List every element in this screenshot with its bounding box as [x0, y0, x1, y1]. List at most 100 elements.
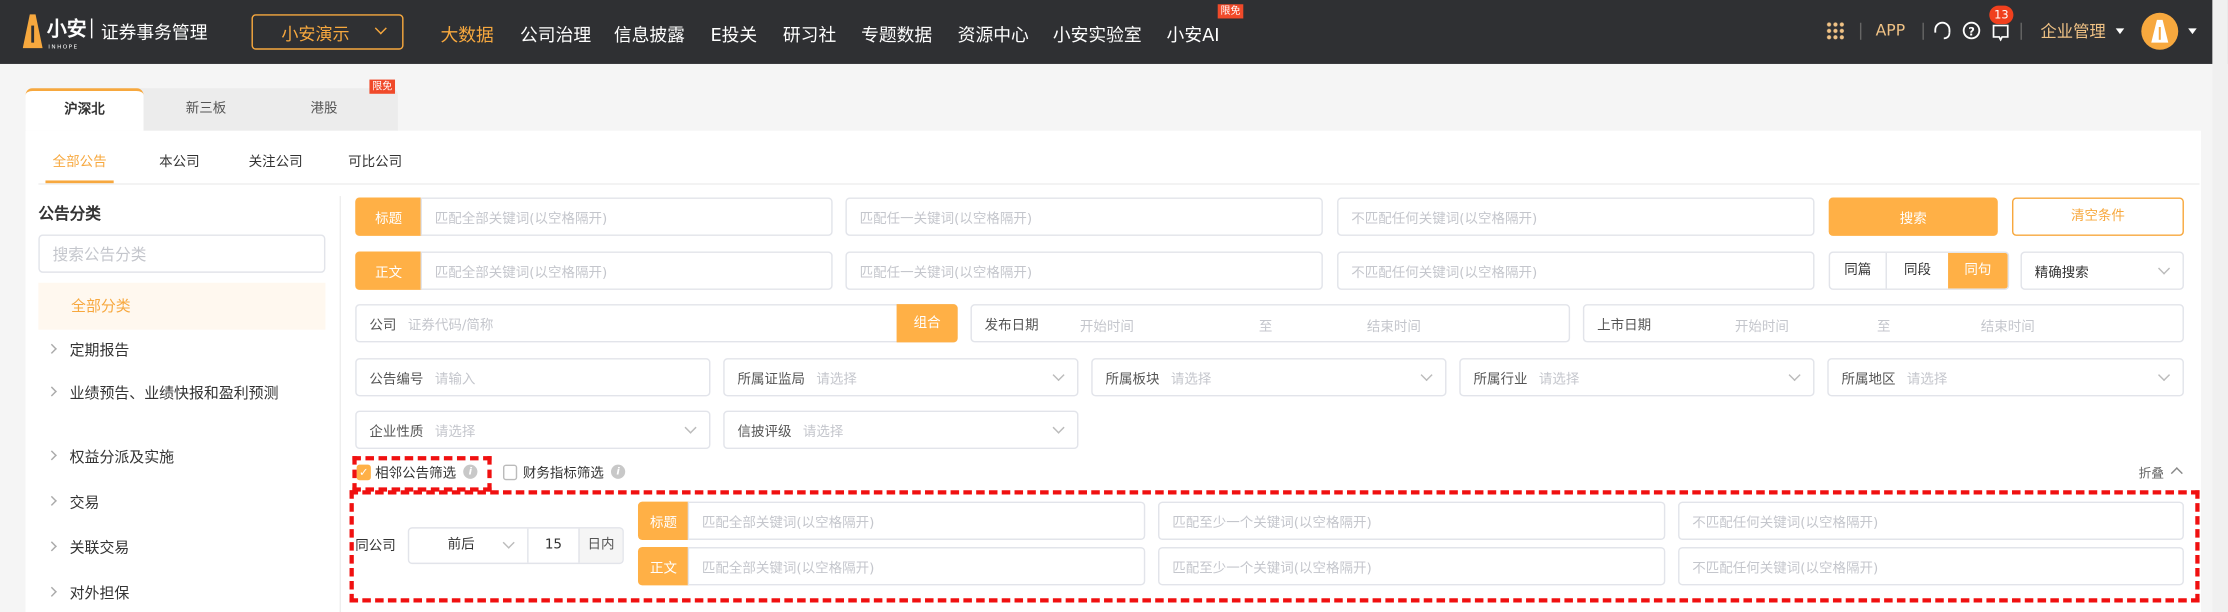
adjacent-body-atleast-input[interactable]: 匹配至少一个关键词(以空格隔开): [1158, 547, 1666, 586]
days-unit: 日内: [578, 528, 623, 563]
apps-grid-icon[interactable]: [1825, 21, 1845, 40]
subtab-all[interactable]: 全部公告: [53, 151, 107, 171]
nav-item-lab[interactable]: 小安实验室: [1053, 20, 1142, 47]
enterprise-type-select[interactable]: 企业性质 请选择: [355, 410, 711, 450]
nav-item-resources[interactable]: 资源中心: [958, 20, 1029, 47]
adjacent-title-all-input[interactable]: 匹配全部关键词(以空格隔开): [687, 501, 1146, 540]
title-label-button[interactable]: 标题: [355, 197, 423, 236]
scope-same-para[interactable]: 同段: [1887, 253, 1948, 289]
adjacent-body-all-input[interactable]: 匹配全部关键词(以空格隔开): [687, 547, 1146, 586]
sidebar-item-forecast[interactable]: 业绩预告、业绩快报和盈利预测: [70, 382, 312, 406]
nav-item-academy[interactable]: 研习社: [783, 20, 836, 47]
label: 搜索: [1899, 211, 1927, 227]
placeholder: 不匹配任何关键词(以空格隔开): [1351, 211, 1538, 227]
placeholder: 请选择: [434, 424, 476, 440]
sidebar-item-guarantee[interactable]: 对外担保: [70, 583, 130, 604]
end-date[interactable]: 结束时间: [1981, 315, 2035, 336]
logo-sub: INHOPE: [48, 42, 79, 50]
listing-date-range[interactable]: 上市日期 开始时间 至 结束时间: [1582, 304, 2184, 343]
sidebar-item-related[interactable]: 关联交易: [70, 537, 130, 558]
subtab-own[interactable]: 本公司: [159, 151, 200, 171]
search-button[interactable]: 搜索: [1828, 197, 1998, 236]
tab-label: 沪深北: [64, 102, 105, 118]
label: 公司: [369, 317, 397, 334]
logo[interactable]: 小安 INHOPE 证券事务管理: [22, 11, 222, 54]
sidebar-item-dividend[interactable]: 权益分派及实施: [70, 446, 174, 467]
search-mode-select[interactable]: 精确搜索: [2020, 251, 2184, 290]
start-date[interactable]: 开始时间: [1080, 315, 1134, 336]
adjacent-title-atleast-input[interactable]: 匹配至少一个关键词(以空格隔开): [1158, 501, 1666, 540]
title-none-input[interactable]: 不匹配任何关键词(以空格隔开): [1337, 197, 1815, 236]
label: 所属行业: [1473, 371, 1528, 388]
headset-icon[interactable]: [1934, 21, 1951, 40]
chevron-down-icon: [374, 22, 387, 35]
announcement-number-input[interactable]: 公告编号 请输入: [355, 358, 711, 397]
end-date[interactable]: 结束时间: [1367, 315, 1421, 336]
adjacent-body-label[interactable]: 正文: [637, 547, 690, 586]
app-link[interactable]: APP: [1876, 21, 1906, 39]
nav-item-disclosure[interactable]: 信息披露: [614, 20, 685, 47]
board-select[interactable]: 所属板块 请选择: [1091, 358, 1447, 397]
sidebar-item-trading[interactable]: 交易: [70, 492, 100, 513]
avatar[interactable]: [2141, 12, 2179, 50]
caret-down-icon: [2115, 28, 2125, 38]
region-select[interactable]: 所属地区 请选择: [1827, 358, 2184, 397]
select-value: 精确搜索: [2034, 264, 2089, 281]
label: 正文: [650, 560, 678, 577]
category-search-input[interactable]: 搜索公告分类: [38, 234, 326, 273]
scope-same-sentence[interactable]: 同句: [1948, 252, 2008, 289]
adjacent-title-none-input[interactable]: 不匹配任何关键词(以空格隔开): [1678, 501, 2184, 540]
nav-item-bigdata[interactable]: 大数据: [440, 20, 493, 47]
body-label-button[interactable]: 正文: [355, 251, 423, 290]
start-date[interactable]: 开始时间: [1735, 315, 1789, 336]
divider: [1859, 22, 1862, 40]
body-any-input[interactable]: 匹配任一关键词(以空格隔开): [845, 251, 1323, 290]
adjacent-range-group: 前后 15 日内: [407, 527, 624, 565]
scope-same-doc[interactable]: 同篇: [1830, 252, 1887, 289]
industry-select[interactable]: 所属行业 请选择: [1459, 358, 1815, 397]
placeholder: 匹配任一关键词(以空格隔开): [859, 264, 1033, 281]
nav-item-topics[interactable]: 专题数据: [861, 20, 932, 47]
regulator-select[interactable]: 所属证监局 请选择: [723, 358, 1079, 397]
tab-neeq[interactable]: 新三板: [144, 88, 269, 131]
nav-item-governance[interactable]: 公司治理: [520, 20, 591, 47]
message-icon[interactable]: [1992, 24, 2009, 42]
tab-hushenbei[interactable]: 沪深北: [25, 88, 144, 131]
ai-badge: 限免: [1217, 4, 1244, 19]
body-none-input[interactable]: 不匹配任何关键词(以空格隔开): [1337, 251, 1815, 290]
sidebar-item-all[interactable]: 全部分类: [38, 282, 326, 330]
adjacent-title-label[interactable]: 标题: [637, 501, 690, 540]
nav-item-eir[interactable]: E投关: [710, 20, 757, 47]
page-scrollbar[interactable]: [2212, 0, 2228, 612]
body-all-input[interactable]: 匹配全部关键词(以空格隔开): [420, 251, 833, 290]
clear-button[interactable]: 清空条件: [2011, 197, 2184, 236]
subtab-followed[interactable]: 关注公司: [249, 151, 303, 171]
company-input[interactable]: 公司 证券代码/简称 组合: [355, 304, 958, 343]
info-icon[interactable]: i: [611, 464, 626, 479]
label: 信披评级: [737, 424, 792, 440]
help-icon[interactable]: ?: [1962, 21, 1981, 40]
nav-item-ai[interactable]: 小安AI: [1167, 20, 1220, 47]
hk-badge: 限免: [369, 79, 396, 94]
checkbox-icon: [502, 463, 518, 480]
tab-hk[interactable]: 港股: [253, 88, 395, 131]
placeholder: 匹配至少一个关键词(以空格隔开): [1172, 515, 1372, 531]
same-company-label: 同公司: [355, 538, 396, 555]
disclosure-rating-select[interactable]: 信披评级 请选择: [723, 410, 1079, 450]
org-select[interactable]: 小安演示: [251, 14, 404, 50]
title-all-input[interactable]: 匹配全部关键词(以空格隔开): [420, 197, 833, 236]
direction-select[interactable]: 前后: [409, 528, 529, 563]
publish-date-range[interactable]: 发布日期 开始时间 至 结束时间: [970, 304, 1571, 343]
collapse-toggle[interactable]: 折叠: [2138, 463, 2183, 482]
label: 组合: [913, 315, 941, 332]
enterprise-menu[interactable]: 企业管理: [2040, 20, 2105, 43]
combo-button[interactable]: 组合: [896, 304, 958, 343]
days-input[interactable]: 15: [529, 529, 579, 563]
adjacent-body-none-input[interactable]: 不匹配任何关键词(以空格隔开): [1678, 547, 2184, 586]
logo-text: 小安: [46, 18, 87, 42]
label: 清空条件: [2070, 208, 2125, 225]
subtab-comparable[interactable]: 可比公司: [348, 151, 402, 171]
sidebar-item-periodic[interactable]: 定期报告: [70, 340, 130, 361]
financial-filter-checkbox[interactable]: 财务指标筛选 i: [502, 462, 626, 482]
title-any-input[interactable]: 匹配任一关键词(以空格隔开): [845, 197, 1323, 236]
